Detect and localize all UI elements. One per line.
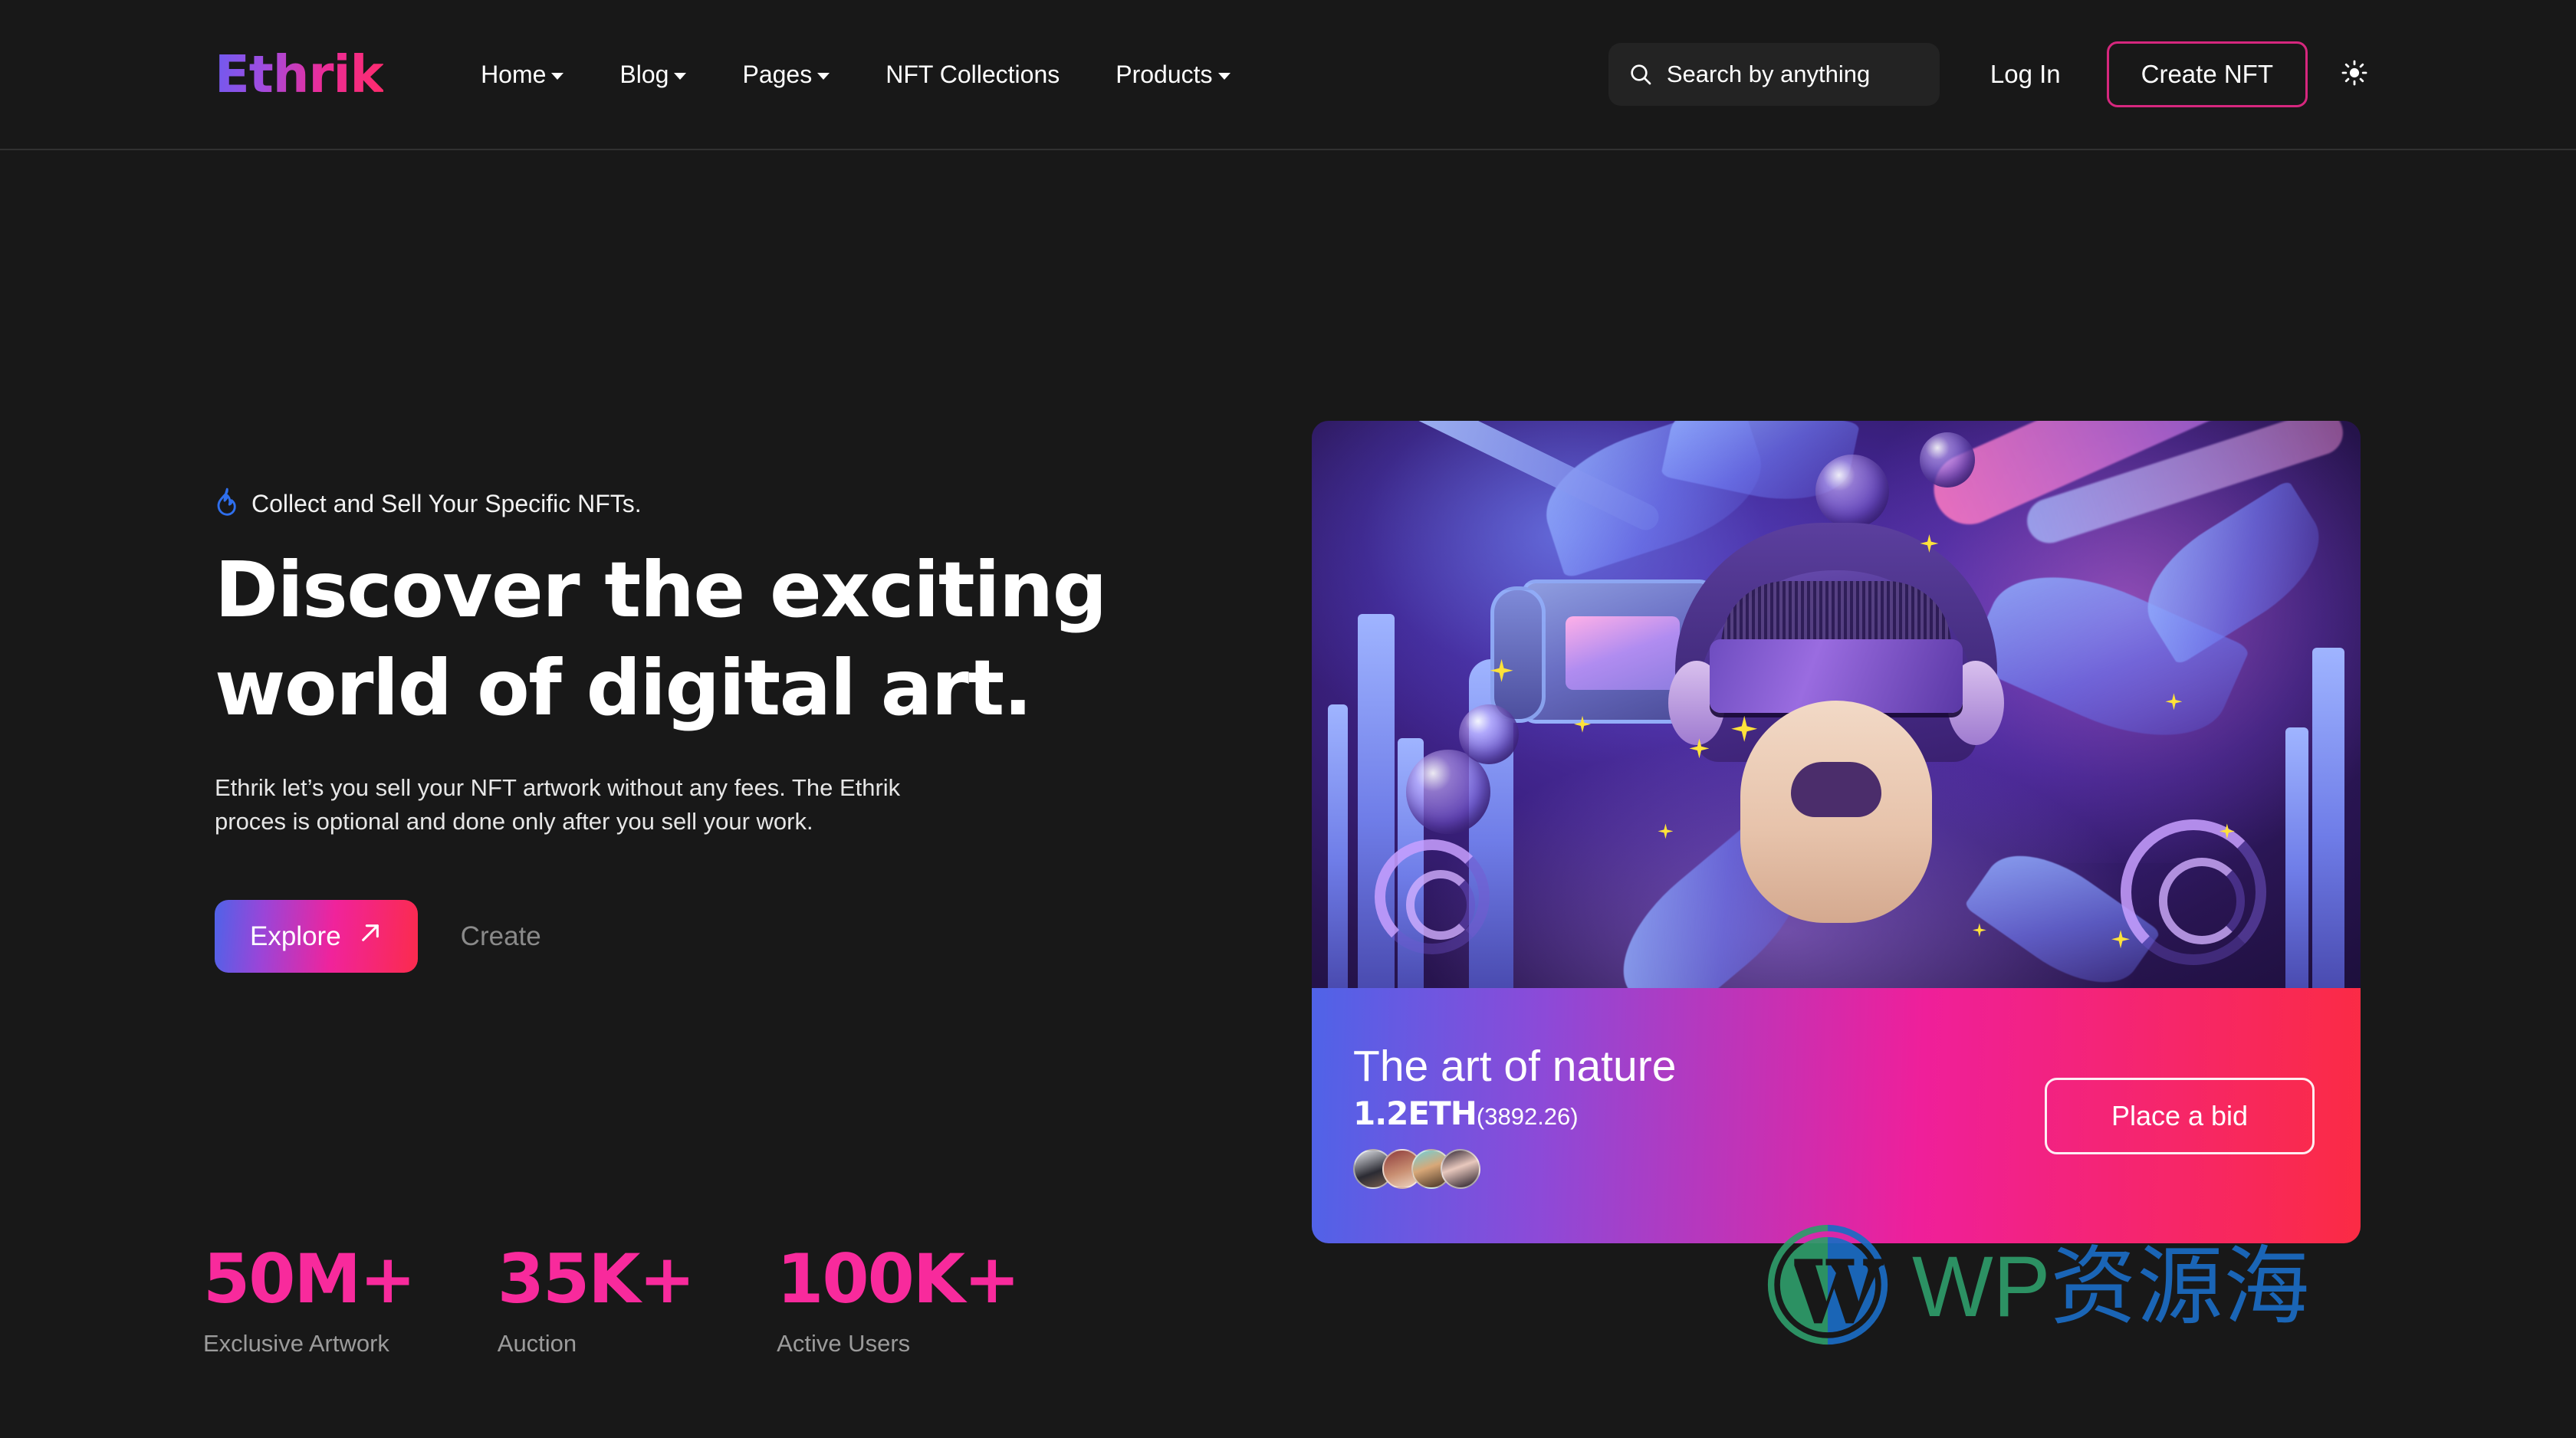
watermark-text-wp: WP [1912,1238,2051,1335]
artwork-orb [1920,432,1976,488]
arrow-up-right-icon [358,921,383,952]
hero-title-line-1: Discover the exciting [215,545,1107,635]
create-nft-button[interactable]: Create NFT [2106,41,2308,107]
nft-card-info: The art of nature 1.2ETH (3892.26) [1353,1042,2045,1190]
stat-value: 100K+ [777,1239,1020,1318]
stat-label: Exclusive Artwork [203,1330,389,1357]
stat-active-users: 100K+ Active Users [777,1239,1020,1358]
artwork-orb [1458,704,1519,764]
flame-icon [215,488,238,520]
artwork-camera-screen [1566,616,1681,691]
artwork-vr-face [1740,701,1932,924]
artwork-camera-reel [1490,586,1546,724]
nav-item-label: NFT Collections [886,60,1060,88]
artwork-tower [2312,648,2345,988]
artwork-orb [1815,455,1889,529]
explore-button[interactable]: Explore [215,900,418,973]
hero-content: Collect and Sell Your Specific NFTs. Dis… [215,150,1303,973]
create-link[interactable]: Create [461,921,541,952]
nft-card-footer: The art of nature 1.2ETH (3892.26) Place… [1312,988,2361,1243]
watermark-text-cn: 资源海 [2050,1236,2311,1337]
nft-artwork-image [1312,421,2361,988]
search-input[interactable]: Search by anything [1608,43,1940,106]
hero-description: Ethrik let’s you sell your NFT artwork w… [215,771,951,839]
watermark-text: WP 资源海 [1912,1236,2311,1337]
nav-item-label: Pages [742,60,813,88]
hero-actions: Explore Create [215,900,1303,973]
hero-title-line-2: world of digital art. [215,643,1033,733]
bidder-avatars [1353,1149,2045,1190]
wordpress-logo-icon [1763,1220,1892,1353]
nav-item-pages[interactable]: Pages [742,53,830,97]
login-link[interactable]: Log In [1990,60,2061,89]
artwork-vr-mouth [1791,762,1881,818]
hero-section: Collect and Sell Your Specific NFTs. Dis… [0,150,2576,1243]
nft-price-row: 1.2ETH (3892.26) [1353,1095,2045,1132]
nav-item-nft-collections[interactable]: NFT Collections [886,53,1060,97]
artwork-spiral [2120,819,2266,966]
search-placeholder: Search by anything [1666,61,1871,87]
artwork-tower [1327,704,1348,988]
nav-item-label: Home [481,60,547,88]
nft-price-usd: (3892.26) [1476,1103,1579,1131]
artwork-tower [2285,727,2308,988]
brand-logo[interactable]: Ethrik [215,44,384,104]
chevron-down-icon [551,72,564,80]
chevron-down-icon [1217,72,1230,80]
watermark: WP 资源海 [1763,1220,2310,1353]
stat-label: Active Users [777,1330,911,1357]
artwork-spiral [1375,839,1490,954]
hero-description-line-1: Ethrik let’s you sell your NFT artwork w… [215,774,901,801]
stat-value: 35K+ [497,1239,695,1318]
main-navigation: Home Blog Pages NFT Collections Products [481,53,1230,97]
stat-value: 50M+ [203,1239,416,1318]
featured-nft-card[interactable]: The art of nature 1.2ETH (3892.26) Place… [1312,421,2361,1243]
chevron-down-icon [674,72,687,80]
search-icon [1628,62,1653,87]
nav-item-home[interactable]: Home [481,53,564,97]
artwork-orb [1406,750,1491,835]
explore-button-label: Explore [250,921,341,951]
hero-description-line-2: proces is optional and done only after y… [215,808,813,836]
stat-exclusive-artwork: 50M+ Exclusive Artwork [203,1239,416,1358]
avatar [1441,1149,1480,1190]
chevron-down-icon [817,72,830,80]
stat-label: Auction [497,1330,577,1357]
nav-item-products[interactable]: Products [1116,53,1230,97]
header-actions: Search by anything Log In Create NFT [1608,41,2367,107]
stats-row: 50M+ Exclusive Artwork 35K+ Auction 100K… [203,1239,1020,1358]
nft-price-eth: 1.2ETH [1353,1095,1477,1133]
nft-title: The art of nature [1353,1041,1677,1091]
artwork-vr-figure [1668,523,2004,952]
nav-item-label: Products [1116,60,1213,88]
place-bid-button[interactable]: Place a bid [2045,1077,2315,1154]
page-title: Discover the exciting world of digital a… [215,541,1303,737]
hero-eyebrow-text: Collect and Sell Your Specific NFTs. [251,490,642,517]
hero-eyebrow: Collect and Sell Your Specific NFTs. [215,488,1303,520]
nav-item-blog[interactable]: Blog [619,53,687,97]
sun-icon [2341,60,2367,90]
theme-toggle-button[interactable] [2341,60,2367,90]
site-header: Ethrik Home Blog Pages NFT Collections P… [0,0,2576,150]
stat-auction: 35K+ Auction [497,1239,695,1358]
artwork-vr-vent [1721,581,1951,646]
nav-item-label: Blog [619,60,669,88]
